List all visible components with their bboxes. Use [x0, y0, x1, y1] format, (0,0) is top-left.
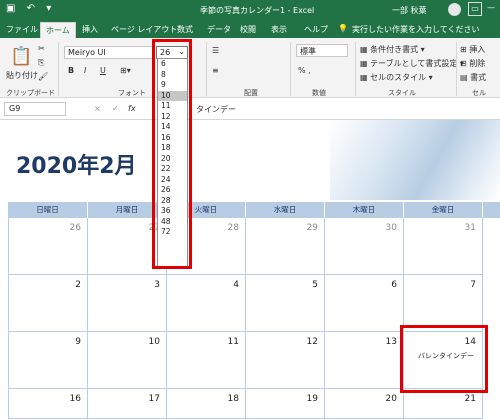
day-cell[interactable]: 26 — [8, 218, 88, 275]
number-group-label: 数値 — [312, 89, 326, 97]
day-cell[interactable]: 3 — [88, 275, 167, 332]
snow-photo-decoration — [330, 120, 500, 200]
day-cell[interactable]: 7 — [404, 275, 483, 332]
day-cell[interactable]: 20 — [325, 389, 404, 419]
cut-icon[interactable]: ✂ — [38, 44, 45, 53]
tab-insert[interactable]: 挿入 — [82, 24, 98, 35]
lightbulb-icon: 💡 — [338, 24, 348, 33]
calendar-title: 2020年2月 — [16, 154, 137, 179]
copy-icon[interactable]: ⎘ — [38, 58, 44, 68]
highlight-font-size — [152, 39, 192, 269]
tab-formulas[interactable]: 数式 — [177, 24, 193, 35]
cells-group-label: セル — [472, 89, 486, 97]
formula-bar: G9 × ✓ fx タインデー — [0, 98, 500, 120]
day-cell[interactable]: 31 — [404, 218, 483, 275]
day-cell[interactable]: 19 — [246, 389, 325, 419]
format-painter-icon[interactable]: 🖌 — [38, 72, 48, 81]
tab-help[interactable]: ヘルプ — [304, 24, 328, 35]
avatar[interactable] — [448, 3, 461, 16]
bold-button[interactable]: B — [68, 66, 74, 75]
day-cell[interactable]: 21 — [404, 389, 483, 419]
day-cell[interactable]: 17 — [88, 389, 167, 419]
cell-styles-button[interactable]: ▦ セルのスタイル ▾ — [360, 72, 433, 83]
day-cell[interactable]: 16 — [8, 389, 88, 419]
tab-file[interactable]: ファイル — [6, 24, 38, 35]
alignment-group-label: 配置 — [244, 89, 258, 97]
formula-input[interactable]: タインデー — [196, 104, 236, 115]
delete-cells-button[interactable]: ⊟ 削除 — [460, 58, 485, 69]
weekday-header-partial — [483, 202, 500, 218]
ribbon-tabs: ファイル ホーム 挿入 ページ レイアウト 数式 データ 校閲 表示 ヘルプ 💡… — [0, 20, 500, 38]
tab-home[interactable]: ホーム — [40, 22, 76, 38]
divider — [355, 42, 356, 96]
day-cell[interactable]: 2 — [8, 275, 88, 332]
name-box[interactable]: G9 — [4, 102, 66, 116]
divider — [58, 42, 59, 96]
clipboard-group-label: クリップボード — [6, 89, 55, 97]
title-bar: ▣ ↶ ▾ 季節の写真カレンダー1 - Excel 一部 秋葉 ▭ — — [0, 0, 500, 20]
borders-icon[interactable]: ⊞▾ — [120, 66, 131, 75]
weekday-header: 水曜日 — [246, 202, 325, 218]
ribbon-display-options-icon[interactable]: ▭ — [468, 2, 482, 16]
tab-data[interactable]: データ — [207, 24, 231, 35]
undo-icon[interactable]: ↶ ▾ — [27, 3, 56, 14]
clipboard-icon[interactable]: 📋 — [10, 46, 32, 67]
insert-cells-button[interactable]: ⊞ 挿入 — [460, 44, 485, 55]
minimize-button[interactable]: — — [484, 2, 498, 16]
font-group-label: フォント — [118, 89, 146, 97]
conditional-formatting-button[interactable]: ▦ 条件付き書式 ▾ — [360, 44, 425, 55]
weekday-header: 木曜日 — [325, 202, 404, 218]
day-cell[interactable]: 5 — [246, 275, 325, 332]
ribbon: 📋 貼り付け ✂ ⎘ 🖌 クリップボード Meiryo UI 26 ⌄ B I U… — [0, 38, 500, 98]
weekday-header: 金曜日 — [404, 202, 483, 218]
day-cell[interactable]: 6 — [325, 275, 404, 332]
day-cell[interactable]: 18 — [167, 389, 246, 419]
window-title: 季節の写真カレンダー1 - Excel — [200, 6, 315, 15]
tab-page-layout[interactable]: ページ レイアウト — [111, 24, 177, 35]
format-cells-button[interactable]: ▤ 書式 — [460, 72, 486, 83]
day-cell[interactable]: 10 — [88, 332, 167, 389]
divider — [290, 42, 291, 96]
tell-me-search[interactable]: 実行したい作業を入力してください — [352, 24, 480, 35]
highlight-cell — [400, 325, 488, 393]
weekday-header: 日曜日 — [8, 202, 88, 218]
align-left-icon[interactable]: ≡ — [212, 66, 219, 75]
day-cell[interactable]: 13 — [325, 332, 404, 389]
day-cell[interactable]: 9 — [8, 332, 88, 389]
day-cell[interactable]: 11 — [167, 332, 246, 389]
font-name-select[interactable]: Meiryo UI — [64, 46, 154, 59]
user-name[interactable]: 一部 秋葉 — [392, 5, 427, 16]
day-cell[interactable]: 29 — [246, 218, 325, 275]
day-cell[interactable]: 4 — [167, 275, 246, 332]
italic-button[interactable]: I — [84, 66, 86, 75]
format-as-table-button[interactable]: ▦ テーブルとして書式設定 ▾ — [360, 58, 464, 69]
day-cell[interactable]: 12 — [246, 332, 325, 389]
quick-access-toolbar[interactable]: ▣ ↶ ▾ — [6, 3, 55, 14]
divider — [456, 42, 457, 96]
align-top-icon[interactable]: ☰ — [212, 46, 219, 55]
percent-icon[interactable]: % , — [298, 66, 311, 75]
divider — [206, 42, 207, 96]
tab-review[interactable]: 校閲 — [240, 24, 256, 35]
number-format-select[interactable]: 標準 — [296, 44, 348, 57]
tab-view[interactable]: 表示 — [271, 24, 287, 35]
underline-button[interactable]: U — [100, 66, 106, 75]
day-cell[interactable]: 30 — [325, 218, 404, 275]
enter-icon[interactable]: ✓ — [112, 104, 119, 113]
cancel-icon[interactable]: × — [94, 104, 101, 113]
paste-button[interactable]: 貼り付け — [6, 70, 38, 81]
save-icon[interactable]: ▣ — [6, 3, 19, 14]
styles-group-label: スタイル — [388, 89, 416, 97]
insert-function-icon[interactable]: fx — [128, 104, 136, 113]
